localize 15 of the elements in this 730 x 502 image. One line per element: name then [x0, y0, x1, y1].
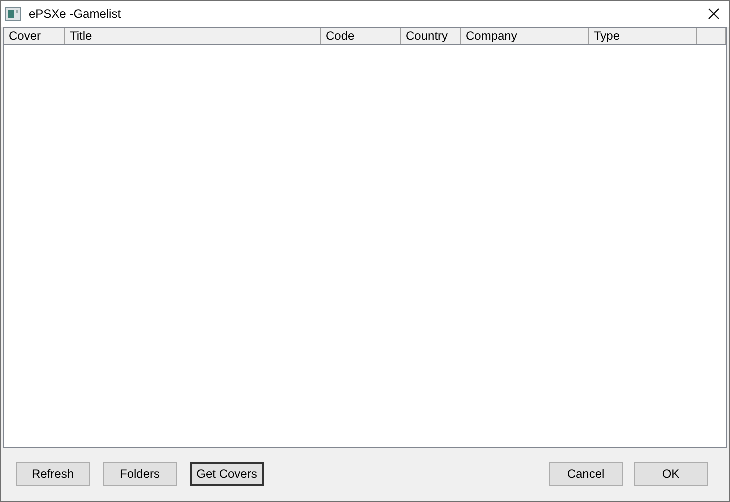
dialog-button[interactable]: Folders	[103, 462, 177, 486]
dialog-button[interactable]: Cancel	[549, 462, 623, 486]
column-header[interactable]: Company	[461, 28, 589, 44]
dialog-button[interactable]: OK	[634, 462, 708, 486]
column-header[interactable]: Title	[65, 28, 321, 44]
column-header[interactable]: Cover	[4, 28, 65, 44]
window-title: ePSXe -Gamelist	[29, 6, 122, 23]
app-icon	[5, 7, 21, 21]
dialog-button[interactable]: Get Covers	[190, 462, 264, 486]
close-icon[interactable]	[708, 8, 720, 20]
blank-column-header	[697, 28, 726, 44]
column-header[interactable]: Type	[589, 28, 697, 44]
dialog-button[interactable]: Refresh	[16, 462, 90, 486]
column-header[interactable]: Code	[321, 28, 401, 44]
column-header[interactable]: Country	[401, 28, 461, 44]
